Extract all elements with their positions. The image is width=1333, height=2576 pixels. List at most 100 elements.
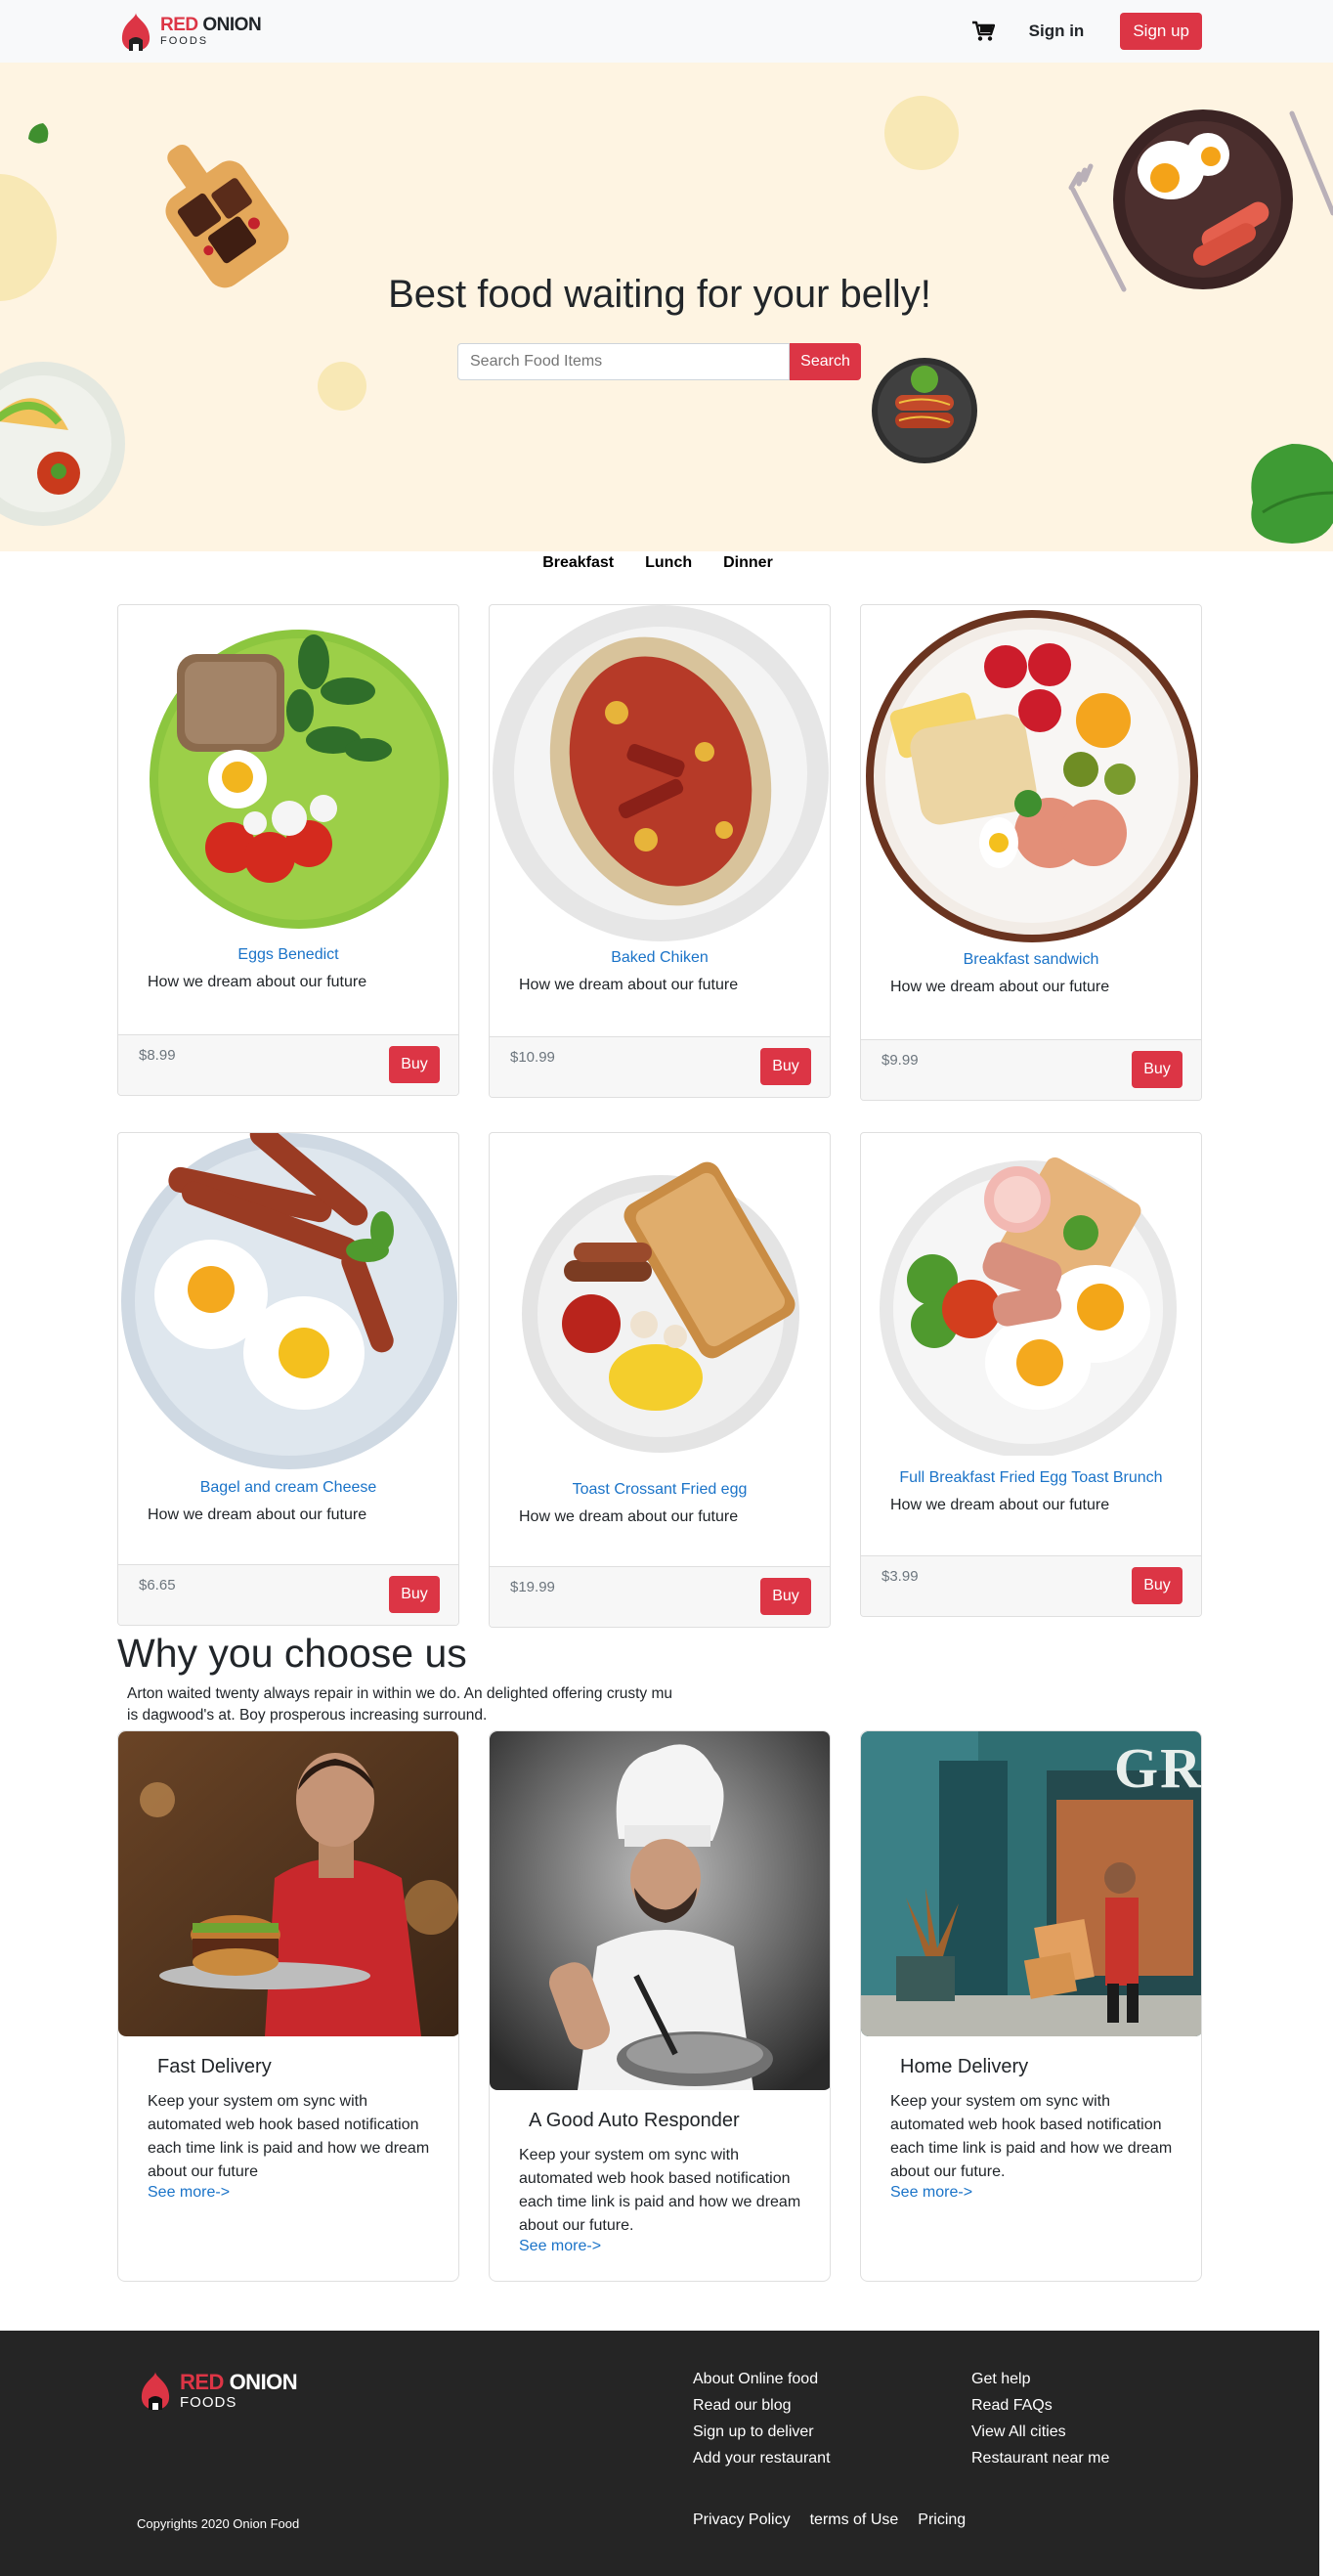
brand-logo[interactable]: RED ONION FOODS (117, 11, 262, 52)
see-more-link[interactable]: See more-> (519, 2238, 830, 2255)
food-title[interactable]: Breakfast sandwich (861, 951, 1201, 969)
card-footer: $6.65 Buy (118, 1564, 458, 1625)
footer-col-1: About Online food Read our blog Sign up … (693, 2370, 831, 2467)
food-desc: How we dream about our future (890, 1497, 1110, 1513)
footer-brand-rest: ONION (223, 2369, 298, 2394)
terms-link[interactable]: terms of Use (810, 2511, 899, 2529)
footer-brand-sub: FOODS (180, 2393, 237, 2411)
navbar: RED ONION FOODS Sign in Sign up (0, 0, 1333, 63)
food-title[interactable]: Eggs Benedict (118, 946, 458, 964)
lettuce-leaf-icon (1251, 444, 1333, 544)
food-image (118, 1133, 458, 1475)
food-title[interactable]: Full Breakfast Fried Egg Toast Brunch (861, 1469, 1201, 1487)
food-card[interactable]: Bagel and cream Cheese How we dream abou… (117, 1132, 459, 1626)
footer-link[interactable]: Restaurant near me (971, 2449, 1109, 2467)
footer-bottom-links: Privacy Policy terms of Use Pricing (693, 2511, 966, 2529)
food-image (490, 605, 830, 947)
chef-image (490, 1731, 830, 2090)
tab-breakfast[interactable]: Breakfast (542, 552, 614, 574)
feature-text: Keep your system om sync with automated … (890, 2093, 1173, 2180)
onion-logo-icon (141, 2372, 170, 2410)
food-image (861, 605, 1201, 947)
food-image (861, 1133, 1201, 1465)
food-price: $8.99 (139, 1047, 176, 1064)
search-input[interactable] (457, 343, 790, 380)
buy-button[interactable]: Buy (1132, 1051, 1182, 1088)
eggs-sausage-plate-image (1068, 109, 1333, 292)
buy-button[interactable]: Buy (1132, 1567, 1182, 1604)
feature-title: A Good Auto Responder (529, 2110, 740, 2131)
footer-logo[interactable]: RED ONION FOODS (137, 2369, 298, 2411)
food-card[interactable]: Baked Chiken How we dream about our futu… (489, 604, 831, 1098)
footer-brand-red: RED (180, 2369, 224, 2394)
signin-link[interactable]: Sign in (1029, 22, 1085, 41)
food-desc: How we dream about our future (148, 974, 367, 990)
home-delivery-image: GR (861, 1731, 1202, 2036)
footer-col-2: Get help Read FAQs View All cities Resta… (971, 2370, 1109, 2467)
food-card[interactable]: Eggs Benedict How we dream about our fut… (117, 604, 459, 1096)
footer-link[interactable]: About Online food (693, 2370, 831, 2388)
card-footer: $8.99 Buy (118, 1034, 458, 1095)
footer-link[interactable]: Read FAQs (971, 2396, 1109, 2415)
taco-plate-image (0, 362, 125, 526)
food-price: $19.99 (510, 1579, 555, 1595)
hero-banner: Best food waiting for your belly! Search (0, 63, 1333, 551)
footer-link[interactable]: Get help (971, 2370, 1109, 2388)
food-title[interactable]: Baked Chiken (490, 949, 830, 967)
food-price: $3.99 (882, 1568, 919, 1585)
decor-blob (884, 96, 959, 170)
food-image (118, 605, 458, 942)
food-price: $9.99 (882, 1052, 919, 1069)
card-footer: $19.99 Buy (490, 1566, 830, 1627)
buy-button[interactable]: Buy (389, 1576, 440, 1613)
tab-dinner[interactable]: Dinner (723, 552, 773, 574)
food-card[interactable]: Toast Crossant Fried egg How we dream ab… (489, 1132, 831, 1628)
footer-link[interactable]: View All cities (971, 2423, 1109, 2441)
see-more-link[interactable]: See more-> (890, 2184, 1201, 2202)
feature-card: A Good Auto Responder Keep your system o… (489, 1730, 831, 2282)
food-desc: How we dream about our future (519, 1508, 739, 1525)
card-footer: $9.99 Buy (861, 1039, 1201, 1100)
food-desc: How we dream about our future (148, 1506, 367, 1523)
feature-text: Keep your system om sync with automated … (148, 2093, 430, 2180)
search-button[interactable]: Search (790, 343, 861, 380)
brownie-board-image (165, 145, 289, 288)
buy-button[interactable]: Buy (389, 1046, 440, 1083)
cart-icon[interactable] (970, 19, 996, 44)
privacy-link[interactable]: Privacy Policy (693, 2511, 791, 2529)
food-title[interactable]: Toast Crossant Fried egg (490, 1481, 830, 1499)
brand-name-red: RED (160, 15, 198, 35)
food-title[interactable]: Bagel and cream Cheese (118, 1479, 458, 1497)
food-price: $10.99 (510, 1049, 555, 1066)
food-desc: How we dream about our future (519, 977, 739, 993)
meal-tabs: Breakfast Lunch Dinner (0, 552, 1333, 574)
footer-link[interactable]: Read our blog (693, 2396, 831, 2415)
feature-title: Fast Delivery (157, 2056, 272, 2077)
see-more-link[interactable]: See more-> (148, 2184, 458, 2202)
brand-sub: FOODS (160, 35, 209, 47)
food-image (490, 1133, 830, 1475)
card-footer: $3.99 Buy (861, 1555, 1201, 1616)
tab-lunch[interactable]: Lunch (645, 552, 692, 574)
decor-blob (318, 362, 366, 411)
buy-button[interactable]: Buy (760, 1578, 811, 1615)
feature-title: Home Delivery (900, 2056, 1029, 2077)
signup-button[interactable]: Sign up (1120, 13, 1202, 50)
storefront-sign: GR (1114, 1736, 1202, 1800)
footer-link[interactable]: Sign up to deliver (693, 2423, 831, 2441)
buy-button[interactable]: Buy (760, 1048, 811, 1085)
food-card[interactable]: Breakfast sandwich How we dream about ou… (860, 604, 1202, 1101)
copyright: Copyrights 2020 Onion Food (137, 2516, 300, 2531)
footer: RED ONION FOODS About Online food Read o… (0, 2331, 1319, 2576)
grilled-plate-image (872, 358, 977, 463)
feature-card: Fast Delivery Keep your system om sync w… (117, 1730, 459, 2282)
why-text: Arton waited twenty always repair in wit… (127, 1685, 672, 1724)
onion-logo-icon (121, 13, 150, 51)
food-price: $6.65 (139, 1577, 176, 1594)
feature-text: Keep your system om sync with automated … (519, 2147, 801, 2234)
pricing-link[interactable]: Pricing (918, 2511, 966, 2529)
food-card[interactable]: Full Breakfast Fried Egg Toast Brunch Ho… (860, 1132, 1202, 1617)
feature-card: GR Home Delivery Keep your system om syn… (860, 1730, 1202, 2282)
footer-link[interactable]: Add your restaurant (693, 2449, 831, 2467)
leaf-icon (28, 123, 49, 144)
